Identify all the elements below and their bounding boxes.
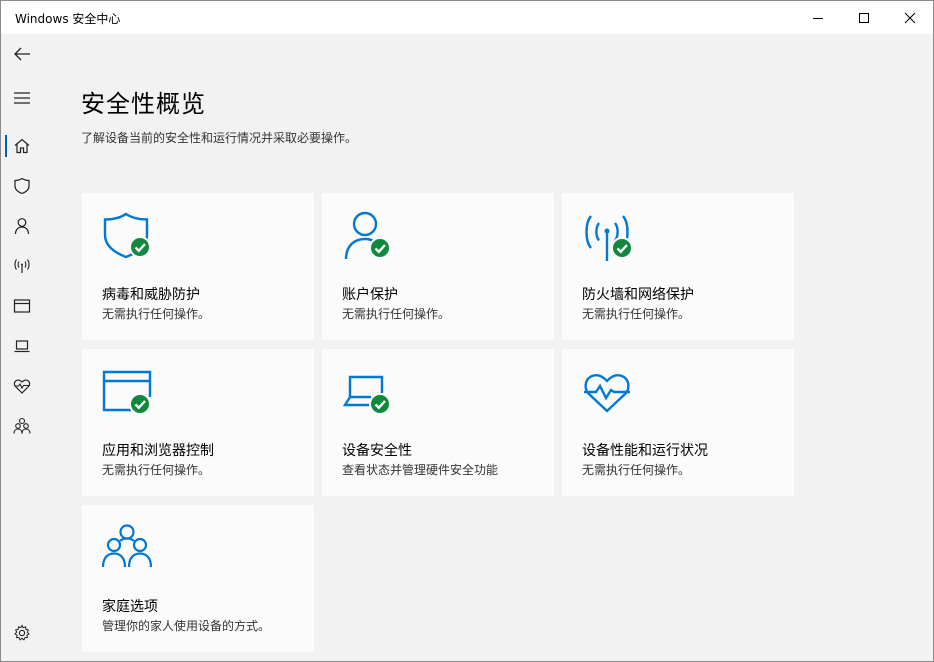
family-icon bbox=[102, 524, 153, 568]
back-button[interactable] bbox=[1, 34, 43, 74]
scrollbar[interactable] bbox=[919, 34, 933, 661]
hamburger-menu-icon bbox=[14, 92, 30, 104]
close-button[interactable] bbox=[887, 1, 933, 34]
tile-title: 防火墙和网络保护 bbox=[582, 287, 694, 303]
home-icon bbox=[14, 138, 30, 154]
tile-status: 无需执行任何操作。 bbox=[582, 307, 691, 321]
app-browser-check-icon bbox=[102, 370, 152, 415]
heart-pulse-icon bbox=[13, 379, 31, 394]
tile-status: 管理你的家人使用设备的方式。 bbox=[102, 619, 271, 633]
tile-title: 应用和浏览器控制 bbox=[102, 443, 214, 459]
heart-pulse-icon bbox=[584, 374, 630, 413]
nav-home[interactable] bbox=[1, 126, 43, 166]
window-title: Windows 安全中心 bbox=[15, 12, 121, 26]
tile-title: 病毒和威胁防护 bbox=[102, 287, 200, 303]
page-subtitle: 了解设备当前的安全性和运行情况并采取必要操作。 bbox=[81, 131, 358, 145]
nav-device-health[interactable] bbox=[1, 366, 43, 406]
tile-firewall-network-protection[interactable]: 防火墙和网络保护 无需执行任何操作。 bbox=[562, 193, 794, 340]
maximize-icon bbox=[859, 12, 869, 23]
nav-virus-protection[interactable] bbox=[1, 166, 43, 206]
browser-window-icon bbox=[13, 299, 31, 313]
laptop-icon bbox=[14, 340, 30, 353]
tile-status: 无需执行任何操作。 bbox=[102, 307, 211, 321]
tile-app-browser-control[interactable]: 应用和浏览器控制 无需执行任何操作。 bbox=[82, 349, 314, 496]
person-icon bbox=[14, 218, 30, 235]
maximize-button[interactable] bbox=[841, 1, 887, 34]
menu-button[interactable] bbox=[1, 78, 43, 118]
main-content: 安全性概览 了解设备当前的安全性和运行情况并采取必要操作。 病毒和威胁防护 无需… bbox=[43, 34, 919, 661]
shield-check-icon bbox=[103, 212, 151, 259]
tile-device-security[interactable]: 设备安全性 查看状态并管理硬件安全功能 bbox=[322, 349, 554, 496]
tile-status: 无需执行任何操作。 bbox=[342, 307, 451, 321]
nav-family-options[interactable] bbox=[1, 406, 43, 446]
tile-title: 账户保护 bbox=[342, 287, 398, 303]
title-bar[interactable]: Windows 安全中心 bbox=[1, 1, 933, 34]
shield-icon bbox=[14, 177, 30, 195]
tile-title: 设备性能和运行状况 bbox=[582, 443, 708, 459]
family-icon bbox=[13, 417, 31, 434]
page-title: 安全性概览 bbox=[81, 90, 206, 118]
gear-icon bbox=[14, 624, 30, 641]
tile-title: 设备安全性 bbox=[342, 443, 412, 459]
minimize-button[interactable] bbox=[795, 1, 841, 34]
device-security-check-icon bbox=[342, 375, 391, 415]
app-window: Windows 安全中心 安全性概览 了解设备当前的安全性和运行情况并采取必要操… bbox=[0, 0, 934, 662]
minimize-icon bbox=[813, 17, 823, 19]
tile-account-protection[interactable]: 账户保护 无需执行任何操作。 bbox=[322, 193, 554, 340]
nav-account-protection[interactable] bbox=[1, 206, 43, 246]
tile-status: 查看状态并管理硬件安全功能 bbox=[342, 463, 499, 477]
active-indicator bbox=[5, 135, 7, 157]
nav-device-security[interactable] bbox=[1, 326, 43, 366]
close-icon bbox=[904, 12, 916, 23]
tile-device-performance-health[interactable]: 设备性能和运行状况 无需执行任何操作。 bbox=[562, 349, 794, 496]
tile-title: 家庭选项 bbox=[102, 599, 158, 615]
nav-settings[interactable] bbox=[1, 613, 43, 653]
tile-status: 无需执行任何操作。 bbox=[102, 463, 211, 477]
tile-status: 无需执行任何操作。 bbox=[582, 463, 691, 477]
wireless-signal-icon bbox=[14, 259, 30, 273]
tile-family-options[interactable]: 家庭选项 管理你的家人使用设备的方式。 bbox=[82, 505, 314, 652]
nav-firewall[interactable] bbox=[1, 246, 43, 286]
firewall-network-check-icon bbox=[585, 215, 633, 261]
sidebar bbox=[1, 34, 43, 661]
nav-app-browser[interactable] bbox=[1, 286, 43, 326]
tile-virus-threat-protection[interactable]: 病毒和威胁防护 无需执行任何操作。 bbox=[82, 193, 314, 340]
account-check-icon bbox=[344, 211, 391, 260]
back-arrow-icon bbox=[14, 47, 30, 61]
